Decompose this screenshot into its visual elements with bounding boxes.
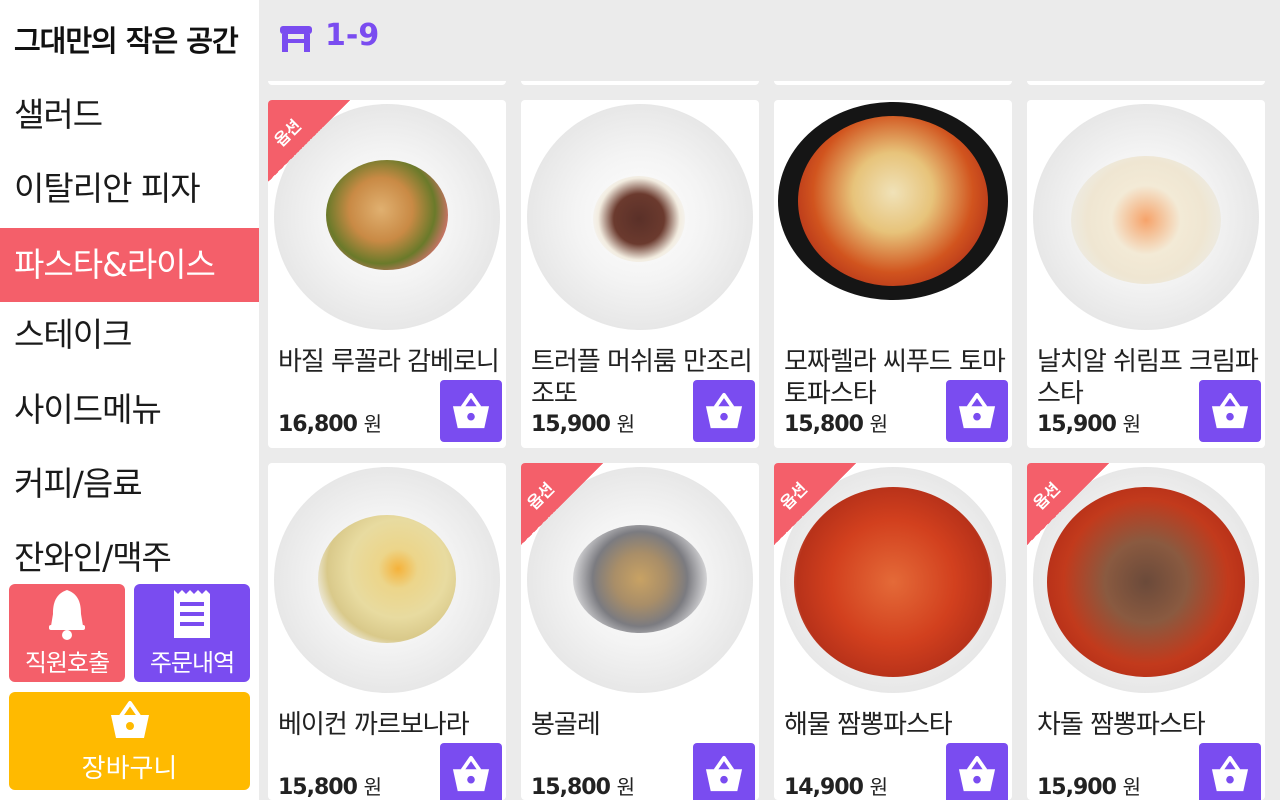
category-italian-pizza[interactable]: 이탈리안 피자 xyxy=(0,152,259,226)
menu-item-price: 15,900 원 xyxy=(531,412,635,437)
add-to-cart-button[interactable] xyxy=(440,380,502,442)
menu-item-name: 봉골레 xyxy=(531,710,601,740)
menu-item-price: 15,900 원 xyxy=(1037,775,1141,800)
table-icon xyxy=(280,26,312,52)
category-pasta-rice[interactable]: 파스타&라이스 xyxy=(0,228,259,302)
category-coffee-drinks[interactable]: 커피/음료 xyxy=(0,447,259,521)
cart-button[interactable]: 장바구니 xyxy=(9,692,250,790)
menu-card-chadol-jjamppong-pasta[interactable]: 옵션 차돌 짬뽕파스타 15,900 원 xyxy=(1027,463,1265,800)
option-badge: 옵션 xyxy=(774,463,856,545)
add-to-cart-button[interactable] xyxy=(946,743,1008,800)
add-to-cart-button[interactable] xyxy=(1199,743,1261,800)
menu-item-name: 해물 짬뽕파스타 xyxy=(784,710,953,740)
option-badge: 옵션 xyxy=(1027,463,1109,545)
basket-icon xyxy=(705,755,743,792)
call-staff-label: 직원호출 xyxy=(24,649,110,677)
menu-item-price: 15,900 원 xyxy=(1037,412,1141,437)
category-side-menu[interactable]: 사이드메뉴 xyxy=(0,373,259,447)
menu-item-image xyxy=(274,467,500,693)
add-to-cart-button[interactable] xyxy=(693,380,755,442)
basket-icon xyxy=(1211,755,1249,792)
basket-icon xyxy=(1211,392,1249,429)
category-salad[interactable]: 샐러드 xyxy=(0,78,259,152)
add-to-cart-button[interactable] xyxy=(1199,380,1261,442)
menu-card-shrimp-cream-pasta[interactable]: 날치알 쉬림프 크림파스타 15,900 원 xyxy=(1027,100,1265,448)
menu-card-basil-gamberoni[interactable]: 옵션 바질 루꼴라 감베로니 16,800 원 xyxy=(268,100,506,448)
menu-item-price: 15,800 원 xyxy=(278,775,382,800)
basket-icon xyxy=(705,392,743,429)
category-steak[interactable]: 스테이크 xyxy=(0,298,259,372)
menu-item-name: 베이컨 까르보나라 xyxy=(278,710,470,740)
menu-card-seafood-jjamppong-pasta[interactable]: 옵션 해물 짬뽕파스타 14,900 원 xyxy=(774,463,1012,800)
basket-icon xyxy=(111,701,149,738)
table-number: 1-9 xyxy=(325,18,380,53)
store-title: 그대만의 작은 공간 xyxy=(14,24,239,58)
bell-icon xyxy=(49,590,85,640)
call-staff-button[interactable]: 직원호출 xyxy=(9,584,125,682)
order-history-button[interactable]: 주문내역 xyxy=(134,584,250,682)
add-to-cart-button[interactable] xyxy=(693,743,755,800)
previous-row-edge xyxy=(1027,81,1265,85)
previous-row-edge xyxy=(774,81,1012,85)
menu-item-name: 바질 루꼴라 감베로니 xyxy=(278,347,500,377)
option-badge: 옵션 xyxy=(268,100,350,182)
add-to-cart-button[interactable] xyxy=(946,380,1008,442)
menu-card-vongole[interactable]: 옵션 봉골레 15,800 원 xyxy=(521,463,759,800)
menu-item-image xyxy=(1033,104,1259,330)
menu-item-price: 14,900 원 xyxy=(784,775,888,800)
menu-item-image xyxy=(778,102,1008,300)
menu-item-price: 16,800 원 xyxy=(278,412,382,437)
add-to-cart-button[interactable] xyxy=(440,743,502,800)
order-history-label: 주문내역 xyxy=(149,649,235,677)
menu-item-price: 15,800 원 xyxy=(531,775,635,800)
menu-item-price: 15,800 원 xyxy=(784,412,888,437)
menu-card-bacon-carbonara[interactable]: 베이컨 까르보나라 15,800 원 xyxy=(268,463,506,800)
previous-row-edge xyxy=(521,81,759,85)
top-bar: 1-9 xyxy=(259,0,1280,82)
cart-label: 장바구니 xyxy=(81,754,178,784)
category-sidebar: 그대만의 작은 공간 샐러드 이탈리안 피자 파스타&라이스 스테이크 사이드메… xyxy=(0,0,259,800)
menu-item-name: 차돌 짬뽕파스타 xyxy=(1037,710,1206,740)
menu-item-image xyxy=(527,104,753,330)
basket-icon xyxy=(958,755,996,792)
option-badge: 옵션 xyxy=(521,463,603,545)
basket-icon xyxy=(958,392,996,429)
menu-card-mozzarella-seafood-tomato[interactable]: 모짜렐라 씨푸드 토마토파스타 15,800 원 xyxy=(774,100,1012,448)
receipt-icon xyxy=(174,590,210,638)
basket-icon xyxy=(452,392,490,429)
previous-row-edge xyxy=(268,81,506,85)
menu-card-truffle-risotto[interactable]: 트러플 머쉬룸 만조리조또 15,900 원 xyxy=(521,100,759,448)
basket-icon xyxy=(452,755,490,792)
